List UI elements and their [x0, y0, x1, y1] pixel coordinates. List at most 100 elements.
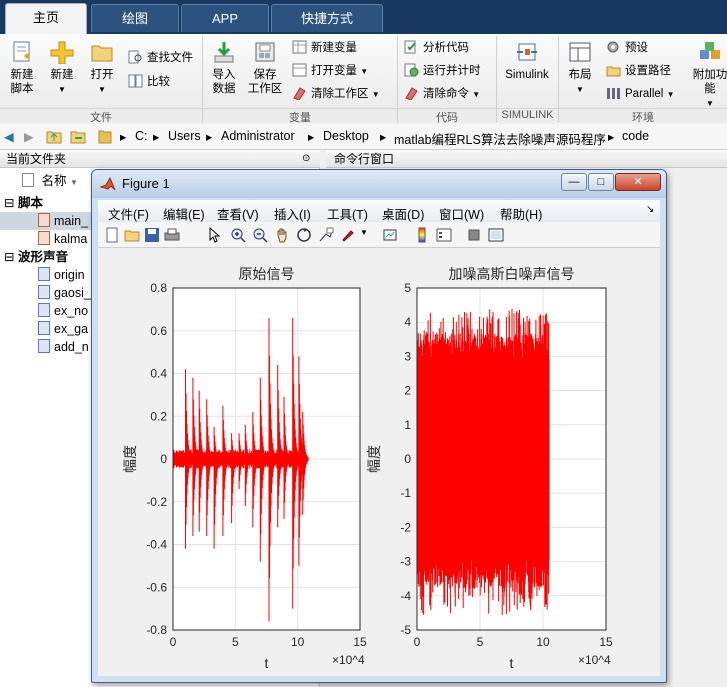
sort-caret-icon: ▼: [69, 178, 78, 187]
preferences-button[interactable]: 预设: [606, 38, 648, 58]
clear-workspace-button[interactable]: 清除工作区 ▼: [292, 84, 380, 104]
back-arrow-icon[interactable]: ◀: [4, 129, 14, 144]
group-label-code: 代码: [398, 108, 496, 124]
panel-menu-icon[interactable]: ⊙: [302, 150, 310, 168]
browse-folder-icon[interactable]: [70, 129, 86, 144]
import-data-button[interactable]: 导入 数据: [207, 40, 241, 96]
print-icon[interactable]: [164, 227, 180, 243]
rotate-3d-icon[interactable]: [296, 227, 312, 243]
new-figure-icon[interactable]: [104, 227, 120, 243]
menu-view[interactable]: 查看(V): [217, 204, 259, 223]
brush-icon[interactable]: [340, 227, 356, 243]
figure-titlebar[interactable]: Figure 1 — □ ✕: [92, 170, 666, 198]
list-item[interactable]: add_n: [38, 338, 89, 356]
analyze-code-button[interactable]: 分析代码: [404, 38, 469, 58]
audio-file-icon: [38, 303, 50, 317]
y-tick-label: -0.2: [146, 495, 167, 509]
new-button[interactable]: 新建 ▼: [44, 40, 80, 97]
up-folder-icon[interactable]: [46, 129, 62, 144]
hide-plot-tools-icon[interactable]: [466, 227, 482, 243]
save-workspace-button[interactable]: 保存 工作区: [245, 40, 285, 96]
tree-section-scripts[interactable]: ⊟ 脚本: [4, 194, 43, 212]
path-segment-code[interactable]: code: [622, 129, 649, 143]
addons-button[interactable]: 附加功能 ▼: [688, 40, 727, 111]
menu-insert[interactable]: 插入(I): [274, 204, 311, 223]
open-file-icon[interactable]: [124, 227, 140, 243]
find-files-button[interactable]: 查找文件: [128, 48, 193, 68]
tab-shortcuts[interactable]: 快捷方式: [271, 4, 383, 32]
list-item-selected[interactable]: main_: [0, 212, 92, 230]
brush-dropdown-caret-icon[interactable]: ▼: [360, 228, 368, 237]
y-tick-label: -0.4: [146, 538, 167, 552]
y-axis-label: 幅度: [366, 445, 382, 473]
maximize-button[interactable]: □: [588, 173, 614, 191]
simulink-button[interactable]: Simulink: [502, 40, 552, 82]
link-plot-icon[interactable]: [382, 227, 398, 243]
path-segment-users[interactable]: Users: [168, 129, 201, 143]
clear-commands-button[interactable]: 清除命令 ▼: [404, 84, 480, 104]
figure-menubar: 文件(F) 编辑(E) 查看(V) 插入(I) 工具(T) 桌面(D) 窗口(W…: [98, 200, 660, 222]
tree-section-audio[interactable]: ⊟ 波形声音: [4, 248, 68, 266]
compare-button[interactable]: 比较: [128, 72, 170, 92]
list-item[interactable]: origin: [38, 266, 85, 284]
dropdown-caret-icon: ▼: [472, 90, 481, 99]
list-item[interactable]: gaosi_: [38, 284, 91, 302]
menu-edit[interactable]: 编辑(E): [163, 204, 205, 223]
parallel-button[interactable]: Parallel ▼: [606, 84, 674, 104]
menu-tools[interactable]: 工具(T): [327, 204, 368, 223]
run-and-time-icon: [404, 63, 419, 77]
addons-icon: [700, 42, 720, 59]
menu-desktop[interactable]: 桌面(D): [382, 204, 424, 223]
open-variable-button[interactable]: 打开变量 ▼: [292, 61, 368, 81]
current-folder-header: 当前文件夹 ⊙: [0, 150, 320, 168]
list-item[interactable]: kalma: [38, 230, 87, 248]
menu-file[interactable]: 文件(F): [108, 204, 149, 223]
clear-workspace-icon: [293, 87, 306, 100]
open-button[interactable]: 打开 ▼: [84, 40, 120, 97]
ribbon: 新建 脚本 新建 ▼ 打开 ▼ 查找文件 比较 导入 数据 保存 工作区 新建变量 …: [0, 34, 727, 124]
new-variable-button[interactable]: 新建变量: [292, 38, 357, 58]
tab-home[interactable]: 主页: [5, 3, 87, 34]
menu-window[interactable]: 窗口(W): [439, 204, 484, 223]
y-tick-label: 0.4: [150, 367, 167, 381]
zoom-out-icon[interactable]: [252, 227, 268, 243]
zoom-in-icon[interactable]: [230, 227, 246, 243]
simulink-icon: [517, 43, 537, 61]
colorbar-icon[interactable]: [414, 227, 430, 243]
run-and-time-button[interactable]: 运行并计时: [404, 61, 481, 81]
figure-canvas: 0 5 10 15 0.8 0.6 0.4 0.2 0 -0.2 -0.4 -0.6 -0.8 原始信号 t…: [98, 248, 660, 676]
menubar-dock-arrow-icon[interactable]: ↘: [646, 204, 654, 215]
set-path-button[interactable]: 设置路径: [606, 61, 671, 81]
y-tick-label: -4: [400, 589, 411, 603]
figure-title: Figure 1: [122, 176, 170, 191]
layout-button[interactable]: 布局 ▼: [563, 40, 597, 97]
path-segment-user[interactable]: Administrator: [221, 129, 295, 143]
axes-title: 原始信号: [239, 266, 295, 282]
path-segment-project[interactable]: matlab编程RLS算法去除噪声源码程序: [394, 129, 606, 148]
menu-help[interactable]: 帮助(H): [500, 204, 542, 223]
save-icon[interactable]: [144, 227, 160, 243]
minimize-button[interactable]: —: [561, 173, 587, 191]
forward-arrow-icon[interactable]: ▶: [24, 129, 34, 144]
tab-apps[interactable]: APP: [181, 4, 269, 32]
legend-icon[interactable]: [436, 227, 452, 243]
plus-icon: [50, 41, 74, 64]
path-segment-drive[interactable]: C:: [135, 129, 148, 143]
pan-hand-icon[interactable]: [274, 227, 290, 243]
find-files-icon: [128, 50, 142, 64]
data-cursor-icon[interactable]: [318, 227, 334, 243]
list-item[interactable]: ex_ga: [38, 320, 88, 338]
pointer-icon[interactable]: [206, 227, 222, 243]
x-axis-label: t: [265, 655, 269, 671]
path-separator: ▸: [153, 130, 160, 144]
path-segment-desktop[interactable]: Desktop: [323, 129, 369, 143]
figure-toolbar: ▼: [98, 222, 660, 248]
new-script-button[interactable]: 新建 脚本: [4, 40, 40, 96]
close-button[interactable]: ✕: [615, 173, 661, 191]
tab-plots[interactable]: 绘图: [91, 4, 179, 32]
name-column-header[interactable]: 名称 ▼: [22, 172, 78, 190]
list-item[interactable]: ex_no: [38, 302, 88, 320]
show-plot-tools-icon[interactable]: [488, 227, 504, 243]
dropdown-caret-icon: ▼: [706, 99, 714, 108]
layout-icon: [569, 42, 591, 62]
